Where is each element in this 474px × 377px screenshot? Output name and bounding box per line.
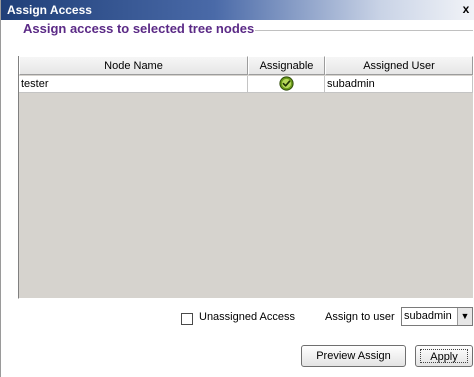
- group-header: Assign access to selected tree nodes: [23, 21, 255, 36]
- cell-assigned-user: subadmin: [325, 76, 473, 93]
- apply-button-label: Apply: [420, 349, 468, 363]
- column-header-node-name[interactable]: Node Name: [19, 56, 248, 75]
- group-divider: [255, 30, 473, 31]
- assign-access-dialog: Assign Access x Assign access to selecte…: [0, 0, 474, 377]
- close-icon[interactable]: x: [459, 2, 473, 17]
- preview-assign-button[interactable]: Preview Assign: [301, 345, 406, 367]
- table-row[interactable]: tester subadmin: [19, 76, 473, 93]
- column-header-assigned-user[interactable]: Assigned User: [325, 56, 473, 75]
- window-title: Assign Access: [7, 3, 92, 17]
- apply-button[interactable]: Apply: [415, 345, 473, 367]
- assign-controls: Unassigned Access Assign to user subadmi…: [1, 307, 474, 331]
- assign-to-user-select[interactable]: subadmin ▼: [401, 307, 473, 326]
- assign-to-user-label: Assign to user: [325, 311, 395, 323]
- column-header-assignable[interactable]: Assignable: [248, 56, 325, 75]
- title-bar[interactable]: Assign Access x: [1, 0, 474, 20]
- check-circle-icon: [278, 76, 294, 91]
- assign-to-user-value: subadmin: [404, 310, 452, 322]
- cell-assignable: [248, 76, 325, 93]
- chevron-down-icon[interactable]: ▼: [457, 308, 472, 325]
- unassigned-access-label[interactable]: Unassigned Access: [199, 311, 295, 323]
- cell-node-name: tester: [19, 76, 248, 93]
- unassigned-access-checkbox[interactable]: [181, 313, 193, 325]
- table-header: Node Name Assignable Assigned User: [19, 56, 473, 75]
